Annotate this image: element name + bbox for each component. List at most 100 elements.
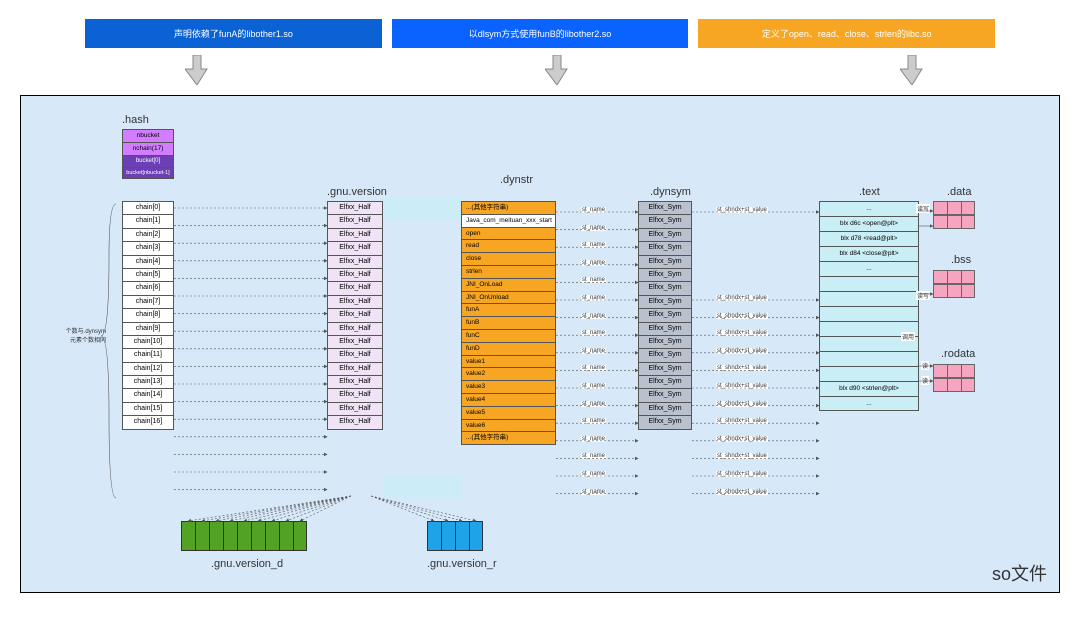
hash-column: nbucket nchain(17) bucket[0] bucket[nbuc… [122,129,174,179]
dynstr-cell: read [461,239,556,252]
st-shndx-label: st_shndx+st_value [716,207,768,213]
text-cell: ... [819,261,919,276]
dynsym-cell: Elfxx_Sym [638,415,692,429]
st-name-label: st_name [581,260,606,266]
st-shndx-label: st_shndx+st_value [716,313,768,319]
gnu-version-cell: Elfxx_Half [327,335,383,348]
header-pill-libother2: 以dlsym方式使用funB的libother2.so [392,19,689,48]
chain-cell: chain[2] [122,228,174,241]
st-shndx-label: st_shndx+st_value [716,348,768,354]
st-shndx-label: st_shndx+st_value [716,383,768,389]
gnu-version-cell: Elfxx_Half [327,214,383,227]
section-title-gnu-version-r: .gnu.version_r [427,558,497,570]
st-name-label: st_name [581,207,606,213]
gnu-version-d-block [181,521,307,551]
dynstr-cell: funB [461,316,556,329]
text-cell [819,351,919,366]
chain-cell: chain[6] [122,281,174,294]
dynstr-cell: value2 [461,367,556,380]
dynstr-cell: strlen [461,265,556,278]
chain-cell: chain[1] [122,214,174,227]
dynsym-cell: Elfxx_Sym [638,201,692,214]
rw-label: 读写 [916,291,930,300]
st-shndx-label: st_shndx+st_value [716,401,768,407]
gnu-version-cell: Elfxx_Half [327,348,383,361]
chain-cell: chain[9] [122,322,174,335]
dynsym-cell: Elfxx_Sym [638,322,692,335]
hash-nbucket: nbucket [122,129,174,142]
chain-note: 个数与.dynsym 元素个数相同 [51,326,106,344]
st-name-label: st_name [581,471,606,477]
text-cell: blx d90 <strlen@plt> [819,381,919,396]
header-pill-libc: 定义了open、read、close、strlen的libc.so [698,19,995,48]
arrow-down-icon [185,55,209,85]
chain-column: chain[0]chain[1]chain[2]chain[3]chain[4]… [122,201,174,430]
chain-cell: chain[15] [122,402,174,415]
dynsym-cell: Elfxx_Sym [638,348,692,361]
gnu-version-cell: Elfxx_Half [327,362,383,375]
st-name-label: st_name [581,225,606,231]
st-shndx-label: st_shndx+st_value [716,295,768,301]
st-name-label: st_name [581,436,606,442]
st-name-label: st_name [581,383,606,389]
chain-cell: chain[3] [122,241,174,254]
section-title-dynsym: .dynsym [650,186,691,198]
chain-cell: chain[13] [122,375,174,388]
st-name-label: st_name [581,418,606,424]
section-title-bss: .bss [951,254,971,266]
diagram-canvas: .hash .gnu.version .dynstr .dynsym .text… [20,95,1060,593]
chain-cell: chain[10] [122,335,174,348]
st-shndx-label: st_shndx+st_value [716,453,768,459]
section-title-gnu-version: .gnu.version [327,186,387,198]
st-shndx-label: st_shndx+st_value [716,489,768,495]
dynsym-cell: Elfxx_Sym [638,335,692,348]
dynstr-cell: open [461,227,556,240]
section-title-rodata: .rodata [941,348,975,360]
dynstr-cell: close [461,252,556,265]
chain-cell: chain[12] [122,362,174,375]
text-cell [819,306,919,321]
rw-label: 读写 [916,204,930,213]
hash-nchain: nchain(17) [122,142,174,155]
gnu-version-cell: Elfxx_Half [327,388,383,401]
st-name-label: st_name [581,401,606,407]
dynsym-cell: Elfxx_Sym [638,362,692,375]
dynstr-cell: value6 [461,419,556,432]
dynstr-cell: value5 [461,406,556,419]
text-column: ...blx d6c <open@plt>blx d78 <read@plt>b… [819,201,919,411]
dynstr-cell: ...(其他字符串) [461,431,556,445]
dynsym-cell: Elfxx_Sym [638,295,692,308]
section-title-text: .text [859,186,880,198]
text-cell: blx d84 <close@plt> [819,246,919,261]
arrow-down-icon [545,55,569,85]
dynsym-cell: Elfxx_Sym [638,388,692,401]
dynstr-cell: funC [461,329,556,342]
dynsym-cell: Elfxx_Sym [638,308,692,321]
dynstr-cell: JNI_OnLoad [461,278,556,291]
st-name-label: st_name [581,365,606,371]
dynsym-cell: Elfxx_Sym [638,402,692,415]
text-cell [819,276,919,291]
section-title-gnu-version-d: .gnu.version_d [211,558,283,570]
dynsym-cell: Elfxx_Sym [638,214,692,227]
dynstr-cell: ...(其他字符串) [461,201,556,214]
dynsym-cell: Elfxx_Sym [638,241,692,254]
chain-cell: chain[4] [122,255,174,268]
dynsym-cell: Elfxx_Sym [638,281,692,294]
chain-cell: chain[8] [122,308,174,321]
dynsym-cell: Elfxx_Sym [638,375,692,388]
st-name-label: st_name [581,348,606,354]
hash-bucketN: bucket[nbucket-1] [122,167,174,180]
st-name-label: st_name [581,242,606,248]
gnu-version-cell: Elfxx_Half [327,241,383,254]
flow-arrow [383,198,461,220]
text-cell [819,366,919,381]
call-label: 调用 [901,332,915,341]
section-title-hash: .hash [122,114,149,126]
st-name-label: st_name [581,313,606,319]
gnu-version-cell: Elfxx_Half [327,228,383,241]
st-name-label: st_name [581,295,606,301]
text-cell [819,291,919,306]
section-title-dynstr: .dynstr [500,174,533,186]
st-shndx-label: st_shndx+st_value [716,418,768,424]
